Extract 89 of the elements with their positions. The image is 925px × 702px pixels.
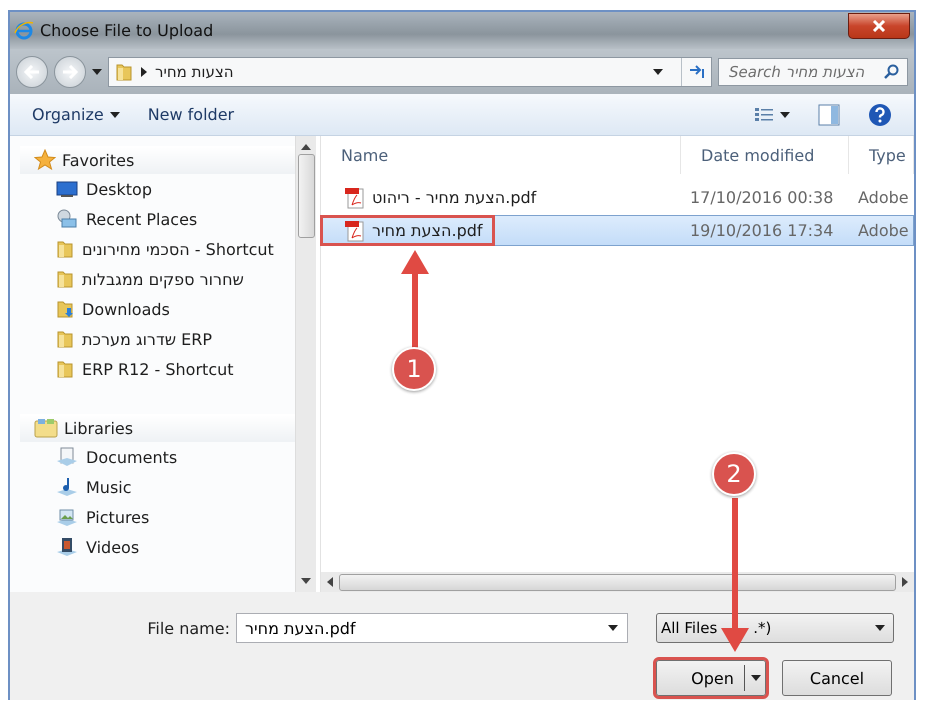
sidebar-item[interactable]: Pictures: [20, 502, 295, 532]
folder-icon: [56, 329, 74, 350]
item-label: Downloads: [82, 300, 170, 319]
star-icon: [34, 149, 56, 172]
back-button[interactable]: [16, 56, 48, 88]
sidebar-item[interactable]: שדרוג מערכת ERP: [20, 324, 295, 354]
sidebar-item[interactable]: Documents: [20, 442, 295, 472]
sidebar-item[interactable]: Desktop: [20, 174, 295, 204]
sidebar-group[interactable]: Libraries: [20, 414, 295, 442]
cancel-button[interactable]: Cancel: [782, 660, 892, 696]
item-label: Documents: [86, 448, 178, 467]
item-label: Desktop: [86, 180, 152, 199]
sidebar-item[interactable]: ERP R12 - Shortcut: [20, 354, 295, 384]
address-bar[interactable]: הצעות מחיר: [108, 56, 712, 87]
column-header[interactable]: Date modified: [681, 136, 849, 174]
group-label: Libraries: [64, 418, 134, 438]
sidebar-group[interactable]: Favorites: [20, 146, 295, 174]
sidebar-item[interactable]: הסכמי מחירונים - Shortcut: [20, 234, 295, 264]
pictures-icon: [56, 507, 78, 528]
pdf-file-icon: [344, 186, 366, 209]
scroll-right-icon: [902, 577, 908, 587]
item-label: ERP R12 - Shortcut: [82, 360, 234, 379]
caret-icon: [608, 625, 618, 631]
group-label: Favorites: [62, 150, 134, 170]
type-cell-text: Adobe: [857, 188, 910, 208]
refresh-arrows-icon: [688, 64, 706, 79]
sidebar-item[interactable]: Music: [20, 472, 295, 502]
forward-button[interactable]: [54, 56, 86, 88]
scroll-thumb[interactable]: [298, 154, 314, 238]
file-name-field[interactable]: הצעת מחיר.pdf: [236, 613, 628, 643]
search-icon: [884, 64, 900, 80]
item-label: Recent Places: [86, 210, 198, 229]
folder-icon: [56, 359, 74, 380]
folder-icon: [56, 239, 74, 260]
caret-icon: [780, 112, 790, 118]
help-icon: [868, 102, 892, 127]
folder-icon: [56, 269, 74, 290]
history-caret-icon: [92, 68, 102, 75]
sidebar-item[interactable]: Downloads: [20, 294, 295, 324]
documents-icon: [56, 447, 78, 468]
downloads-folder-icon: [56, 299, 74, 320]
file-name: הצעת מחיר.pdf: [372, 221, 483, 240]
file-type-dropdown[interactable]: All Files .*): [656, 613, 894, 643]
item-label: Pictures: [86, 508, 150, 527]
item-label: Music: [86, 478, 132, 497]
back-arrow-icon: [24, 64, 40, 79]
scroll-thumb[interactable]: [339, 574, 896, 590]
preview-pane-icon: [818, 104, 840, 126]
close-icon: [872, 20, 886, 32]
column-header[interactable]: Type: [849, 136, 914, 174]
sidebar-item[interactable]: Videos: [20, 532, 295, 562]
item-label: שחרור ספקים ממגבלות: [82, 270, 244, 289]
horizontal-scrollbar[interactable]: [321, 572, 914, 592]
folder-icon: [115, 62, 133, 82]
address-path: הצעות מחיר: [155, 62, 235, 81]
search-field[interactable]: Search הצעות מחיר: [718, 58, 908, 86]
caret-icon: [750, 675, 761, 681]
film-icon: [56, 537, 78, 558]
item-label: הסכמי מחירונים - Shortcut: [82, 240, 274, 259]
monitor-icon: [56, 180, 78, 198]
pdf-file-icon: [344, 220, 366, 242]
column-header[interactable]: Name: [321, 136, 681, 174]
file-name-label: File name:: [147, 618, 230, 638]
toolbar-button[interactable]: New folder: [140, 101, 242, 128]
library-icon: [34, 418, 58, 438]
caret-icon: [653, 68, 663, 75]
caret-icon: [875, 625, 885, 631]
browser-logo-icon: [14, 20, 34, 41]
type-cell-text: Adobe: [857, 221, 910, 240]
breadcrumb-arrow-icon: [141, 66, 147, 77]
details-view-icon: [754, 106, 774, 124]
item-label: שדרוג מערכת ERP: [82, 330, 212, 349]
recent-places-icon: [56, 209, 78, 230]
sidebar-item[interactable]: Recent Places: [20, 204, 295, 234]
window-title: Choose File to Upload: [40, 21, 214, 40]
open-button[interactable]: Open: [656, 660, 766, 696]
scroll-down-icon: [301, 578, 311, 584]
file-name: הצעת מחיר - ריהוט.pdf: [372, 188, 536, 208]
toolbar-button[interactable]: Organize: [24, 101, 128, 128]
forward-arrow-icon: [62, 64, 78, 79]
scroll-left-icon: [327, 577, 333, 587]
music-note-icon: [56, 477, 78, 498]
scroll-up-icon: [301, 144, 311, 150]
item-label: Videos: [86, 538, 140, 557]
sidebar-item[interactable]: שחרור ספקים ממגבלות: [20, 264, 295, 294]
close-button[interactable]: [848, 12, 910, 39]
date-cell-text: 17/10/2016 00:38: [689, 188, 834, 208]
vertical-scrollbar[interactable]: [295, 136, 316, 592]
date-cell-text: 19/10/2016 17:34: [689, 221, 834, 240]
